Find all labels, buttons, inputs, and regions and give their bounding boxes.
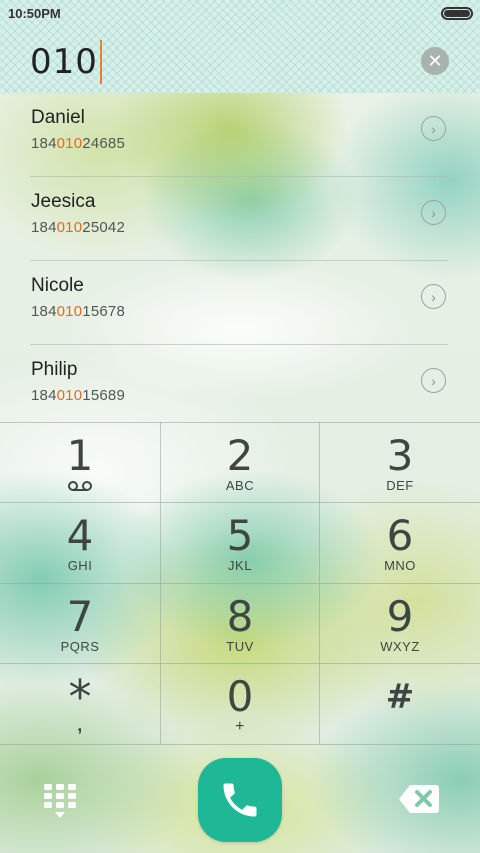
key-letters: JKL	[228, 558, 252, 573]
dialer-action-bar	[0, 746, 480, 853]
key-digit: 8	[226, 592, 254, 641]
key-digit: 4	[66, 511, 94, 560]
key-star[interactable]: * ,	[0, 663, 160, 744]
key-1[interactable]: 1	[0, 422, 160, 503]
keypad-divider	[0, 744, 480, 745]
key-letters: DEF	[386, 478, 414, 493]
contact-number: 18401015689	[31, 387, 125, 404]
key-letters: MNO	[384, 558, 416, 573]
key-digit: 7	[66, 592, 94, 641]
status-clock: 10:50PM	[8, 6, 61, 21]
contact-item[interactable]: Philip 18401015689 ›	[30, 345, 448, 429]
contact-detail-button[interactable]: ›	[421, 368, 446, 393]
contact-suggestion-list: Daniel 18401024685 › Jeesica 18401025042…	[0, 93, 480, 423]
chevron-right-icon: ›	[431, 120, 436, 137]
key-hash[interactable]: #	[320, 663, 480, 744]
call-button[interactable]	[198, 758, 282, 842]
contact-name: Nicole	[31, 275, 84, 296]
key-0[interactable]: 0 +	[160, 663, 320, 744]
key-digit: 5	[226, 511, 254, 560]
dial-number-input[interactable]: 010	[30, 40, 102, 84]
key-digit: 3	[386, 431, 414, 480]
battery-icon	[441, 7, 473, 20]
key-8[interactable]: 8 TUV	[160, 583, 320, 664]
key-letters: GHI	[67, 558, 93, 573]
backspace-button[interactable]	[398, 784, 440, 814]
key-digit: 0	[226, 672, 254, 721]
clear-input-button[interactable]: ✕	[421, 47, 449, 75]
contact-number: 18401025042	[31, 219, 125, 236]
contact-item[interactable]: Jeesica 18401025042 ›	[30, 177, 448, 261]
number-match-highlight: 010	[56, 219, 83, 236]
chevron-right-icon: ›	[431, 204, 436, 221]
key-9[interactable]: 9 WXYZ	[320, 583, 480, 664]
contact-number: 18401015678	[31, 303, 125, 320]
contact-number: 18401024685	[31, 135, 125, 152]
contact-name: Philip	[31, 359, 78, 380]
key-3[interactable]: 3 DEF	[320, 422, 480, 503]
key-digit: #	[385, 677, 415, 717]
key-6[interactable]: 6 MNO	[320, 502, 480, 583]
number-match-highlight: 010	[56, 135, 83, 152]
dialpad-icon	[44, 784, 76, 818]
key-7[interactable]: 7 PQRS	[0, 583, 160, 664]
key-digit: *	[68, 670, 92, 724]
number-match-highlight: 010	[56, 387, 83, 404]
contact-detail-button[interactable]: ›	[421, 116, 446, 141]
status-bar: 10:50PM	[0, 0, 480, 28]
clear-icon: ✕	[427, 51, 443, 71]
dialer-header: 10:50PM 010 ✕	[0, 0, 480, 93]
key-4[interactable]: 4 GHI	[0, 502, 160, 583]
dial-number-text: 010	[30, 42, 98, 82]
text-caret	[99, 40, 102, 84]
key-digit: 9	[386, 592, 414, 641]
key-5[interactable]: 5 JKL	[160, 502, 320, 583]
contact-detail-button[interactable]: ›	[421, 284, 446, 309]
number-match-highlight: 010	[56, 303, 83, 320]
key-2[interactable]: 2 ABC	[160, 422, 320, 503]
key-letters: TUV	[226, 639, 254, 654]
key-letters: ABC	[225, 478, 255, 493]
phone-icon	[223, 783, 257, 817]
contact-name: Daniel	[31, 107, 85, 128]
contact-item[interactable]: Nicole 18401015678 ›	[30, 261, 448, 345]
key-digit: 6	[386, 511, 414, 560]
chevron-right-icon: ›	[431, 288, 436, 305]
dialpad-toggle-button[interactable]	[43, 783, 77, 819]
key-digit: 2	[226, 431, 254, 480]
contact-name: Jeesica	[31, 191, 96, 212]
key-letters: WXYZ	[380, 639, 420, 654]
backspace-icon	[399, 785, 439, 813]
chevron-right-icon: ›	[431, 372, 436, 389]
contact-item[interactable]: Daniel 18401024685 ›	[30, 93, 448, 177]
key-digit: 1	[66, 431, 94, 480]
contact-detail-button[interactable]: ›	[421, 200, 446, 225]
key-letters: ,	[77, 715, 83, 735]
dial-keypad: 1 2 ABC 3 DEF 4 GHI 5 JKL 6 MNO 7 PQRS 8…	[0, 422, 480, 746]
key-letters: +	[235, 718, 245, 735]
voicemail-icon	[68, 481, 92, 491]
key-letters: PQRS	[60, 639, 100, 654]
